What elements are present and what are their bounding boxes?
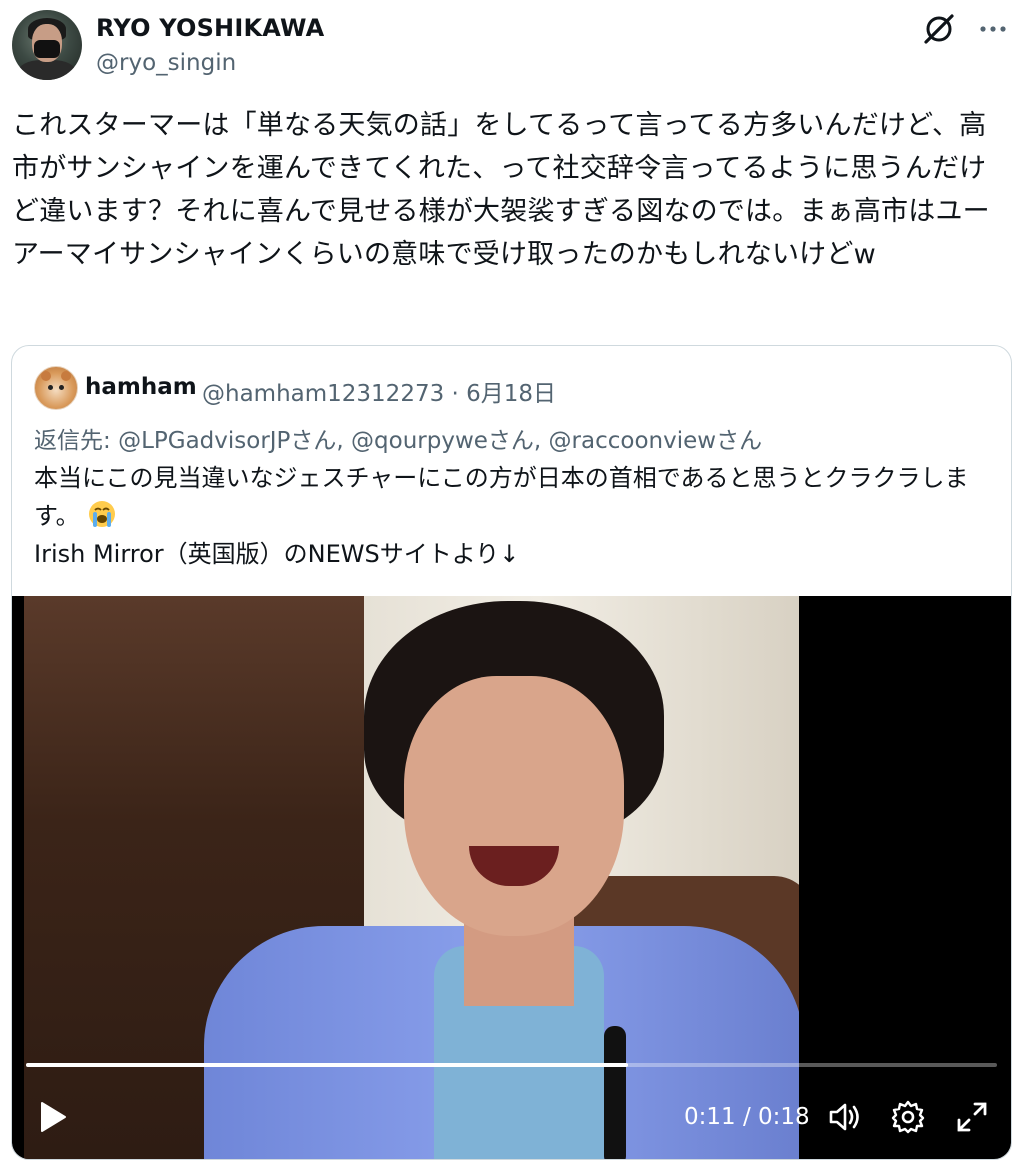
avatar-body xyxy=(18,60,76,80)
quote-body-line2: Irish Mirror（英国版）のNEWSサイトより↓ xyxy=(34,540,520,568)
quote-author-avatar[interactable] xyxy=(34,366,78,410)
author-avatar[interactable] xyxy=(12,10,82,80)
quote-body: 本当にこの見当違いなジェスチャーにこの方が日本の首相であると思うとクラクラします… xyxy=(34,459,994,573)
fullscreen-icon[interactable] xyxy=(954,1099,990,1135)
more-icon[interactable] xyxy=(976,12,1010,46)
tweet-text: これスターマーは「単なる天気の話」をしてるって言ってる方多いんだけど、高市がサン… xyxy=(12,110,990,270)
tweet-header: RYO YOSHIKAWA @ryo_singin xyxy=(12,10,1010,82)
loudly-crying-face-icon xyxy=(89,501,116,527)
quote-author-name[interactable]: hamham xyxy=(85,374,197,400)
avatar-mask xyxy=(34,40,60,58)
video-person-face xyxy=(404,676,624,936)
author-name[interactable]: RYO YOSHIKAWA xyxy=(96,14,324,42)
video-time: 0:11 / 0:18 xyxy=(684,1104,810,1130)
volume-icon[interactable] xyxy=(827,1099,863,1135)
video-microphone xyxy=(604,1026,626,1159)
quoted-tweet[interactable]: hamham @hamham12312273 · 6月18日 返信先: @LPG… xyxy=(11,345,1012,1160)
video-frame xyxy=(24,596,799,1159)
hamster-eye-left xyxy=(48,385,53,390)
grok-icon[interactable] xyxy=(922,12,956,46)
reply-to-label: 返信先: xyxy=(34,428,119,454)
hamster-ear-right xyxy=(61,371,71,381)
video-progress-fill[interactable] xyxy=(26,1063,628,1067)
reply-mentions[interactable]: @LPGadvisorJPさん, @qourpyweさん, @raccoonvi… xyxy=(118,428,762,454)
play-icon[interactable] xyxy=(38,1100,68,1134)
reply-to-line: 返信先: @LPGadvisorJPさん, @qourpyweさん, @racc… xyxy=(34,421,762,455)
settings-gear-icon[interactable] xyxy=(890,1099,926,1135)
author-handle[interactable]: @ryo_singin xyxy=(96,50,236,76)
hamster-ear-left xyxy=(41,371,51,381)
video-player[interactable]: 0:11 / 0:18 xyxy=(12,596,1011,1159)
quote-author-meta: @hamham12312273 · 6月18日 xyxy=(202,381,557,407)
hamster-eye-right xyxy=(59,385,64,390)
quote-body-line1: 本当にこの見当違いなジェスチャーにこの方が日本の首相であると思うとクラクラします… xyxy=(34,464,969,530)
